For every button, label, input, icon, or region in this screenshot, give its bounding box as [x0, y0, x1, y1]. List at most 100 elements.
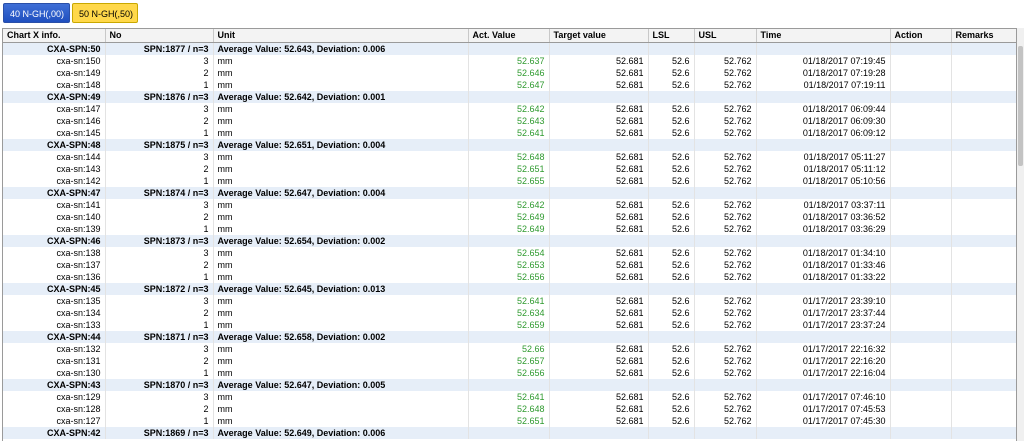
- table-row[interactable]: cxa-sn:127 1 mm 52.651 52.681 52.6 52.762 01/17…: [3, 415, 1016, 427]
- remarks-cell[interactable]: [951, 163, 1016, 175]
- group-row[interactable]: CXA-SPN:45 SPN:1872 / n=3 Average Value: 5…: [3, 283, 1016, 295]
- remarks-cell[interactable]: [951, 55, 1016, 67]
- col-header-time[interactable]: Time: [756, 29, 891, 43]
- action-cell[interactable]: [890, 55, 952, 67]
- group-row[interactable]: CXA-SPN:44 SPN:1871 / n=3 Average Value: 5…: [3, 331, 1016, 343]
- remarks-cell[interactable]: [951, 199, 1016, 211]
- remarks-cell[interactable]: [951, 307, 1016, 319]
- table-row[interactable]: cxa-sn:145 1 mm 52.641 52.681 52.6 52.762 01/18…: [3, 127, 1016, 139]
- group-row[interactable]: CXA-SPN:47 SPN:1874 / n=3 Average Value: 5…: [3, 187, 1016, 199]
- col-header-lsl[interactable]: LSL: [648, 29, 695, 43]
- remarks-cell[interactable]: [951, 247, 1016, 259]
- table-row[interactable]: cxa-sn:143 2 mm 52.651 52.681 52.6 52.762 01/18…: [3, 163, 1016, 175]
- table-row[interactable]: cxa-sn:135 3 mm 52.641 52.681 52.6 52.762 01/17…: [3, 295, 1016, 307]
- table-row[interactable]: cxa-sn:149 2 mm 52.646 52.681 52.6 52.762 01/18…: [3, 67, 1016, 79]
- unit: mm: [213, 403, 469, 415]
- col-header-chart-info[interactable]: Chart X info.: [3, 29, 106, 43]
- action-cell[interactable]: [890, 355, 952, 367]
- table-row[interactable]: cxa-sn:139 1 mm 52.649 52.681 52.6 52.762 01/18…: [3, 223, 1016, 235]
- action-cell[interactable]: [890, 247, 952, 259]
- table-row[interactable]: cxa-sn:150 3 mm 52.637 52.681 52.6 52.762 01/18…: [3, 55, 1016, 67]
- col-header-act-value[interactable]: Act. Value: [468, 29, 550, 43]
- table-row[interactable]: cxa-sn:138 3 mm 52.654 52.681 52.6 52.762 01/18…: [3, 247, 1016, 259]
- action-cell[interactable]: [890, 223, 952, 235]
- action-cell[interactable]: [890, 367, 952, 379]
- action-cell[interactable]: [890, 175, 952, 187]
- action-cell[interactable]: [890, 343, 952, 355]
- remarks-cell[interactable]: [951, 79, 1016, 91]
- col-header-remarks[interactable]: Remarks: [951, 29, 1016, 43]
- group-row[interactable]: CXA-SPN:50 SPN:1877 / n=3 Average Value: 5…: [3, 42, 1016, 55]
- action-cell[interactable]: [890, 127, 952, 139]
- remarks-cell[interactable]: [951, 391, 1016, 403]
- remarks-cell[interactable]: [951, 319, 1016, 331]
- group-row[interactable]: CXA-SPN:46 SPN:1873 / n=3 Average Value: 5…: [3, 235, 1016, 247]
- remarks-cell[interactable]: [951, 211, 1016, 223]
- table-row[interactable]: cxa-sn:144 3 mm 52.648 52.681 52.6 52.762 01/18…: [3, 151, 1016, 163]
- action-cell[interactable]: [890, 199, 952, 211]
- table-row[interactable]: cxa-sn:129 3 mm 52.641 52.681 52.6 52.762 01/17…: [3, 391, 1016, 403]
- remarks-cell[interactable]: [951, 127, 1016, 139]
- sample-id: cxa-sn:149: [3, 67, 106, 79]
- remarks-cell[interactable]: [951, 103, 1016, 115]
- act-value: 52.655: [468, 175, 550, 187]
- remarks-cell[interactable]: [951, 223, 1016, 235]
- table-row[interactable]: cxa-sn:140 2 mm 52.649 52.681 52.6 52.762 01/18…: [3, 211, 1016, 223]
- group-row[interactable]: CXA-SPN:43 SPN:1870 / n=3 Average Value: 5…: [3, 379, 1016, 391]
- table-row[interactable]: cxa-sn:141 3 mm 52.642 52.681 52.6 52.762 01/18…: [3, 199, 1016, 211]
- table-row[interactable]: cxa-sn:132 3 mm 52.66 52.681 52.6 52.762 01/17/…: [3, 343, 1016, 355]
- vertical-scrollbar[interactable]: [1017, 28, 1024, 441]
- remarks-cell[interactable]: [951, 67, 1016, 79]
- remarks-cell[interactable]: [951, 259, 1016, 271]
- remarks-cell[interactable]: [951, 151, 1016, 163]
- table-row[interactable]: cxa-sn:128 2 mm 52.648 52.681 52.6 52.762 01/17…: [3, 403, 1016, 415]
- action-cell[interactable]: [890, 211, 952, 223]
- action-cell[interactable]: [890, 151, 952, 163]
- remarks-cell[interactable]: [951, 115, 1016, 127]
- action-cell[interactable]: [890, 103, 952, 115]
- action-cell[interactable]: [890, 415, 952, 427]
- remarks-cell[interactable]: [951, 295, 1016, 307]
- table-row[interactable]: cxa-sn:146 2 mm 52.643 52.681 52.6 52.762 01/18…: [3, 115, 1016, 127]
- table-row[interactable]: cxa-sn:136 1 mm 52.656 52.681 52.6 52.762 01/18…: [3, 271, 1016, 283]
- table-row[interactable]: cxa-sn:134 2 mm 52.634 52.681 52.6 52.762 01/17…: [3, 307, 1016, 319]
- action-cell[interactable]: [890, 79, 952, 91]
- tab-50-n-gh[interactable]: 50 N-GH(,50): [72, 3, 138, 23]
- table-row[interactable]: cxa-sn:131 2 mm 52.657 52.681 52.6 52.762 01/17…: [3, 355, 1016, 367]
- remarks-cell[interactable]: [951, 271, 1016, 283]
- group-row[interactable]: CXA-SPN:48 SPN:1875 / n=3 Average Value: 5…: [3, 139, 1016, 151]
- table-row[interactable]: cxa-sn:133 1 mm 52.659 52.681 52.6 52.762 01/17…: [3, 319, 1016, 331]
- tab-40-n-gh[interactable]: 40 N-GH(,00): [3, 3, 70, 23]
- group-row[interactable]: CXA-SPN:49 SPN:1876 / n=3 Average Value: 5…: [3, 91, 1016, 103]
- remarks-cell[interactable]: [951, 175, 1016, 187]
- action-cell[interactable]: [890, 403, 952, 415]
- table-row[interactable]: cxa-sn:130 1 mm 52.656 52.681 52.6 52.762 01/17…: [3, 367, 1016, 379]
- remarks-cell[interactable]: [951, 403, 1016, 415]
- remarks-cell[interactable]: [951, 343, 1016, 355]
- action-cell[interactable]: [890, 163, 952, 175]
- action-cell[interactable]: [890, 391, 952, 403]
- table-row[interactable]: cxa-sn:147 3 mm 52.642 52.681 52.6 52.762 01/18…: [3, 103, 1016, 115]
- scrollbar-thumb[interactable]: [1018, 46, 1023, 166]
- remarks-cell[interactable]: [951, 367, 1016, 379]
- action-cell[interactable]: [890, 259, 952, 271]
- action-cell[interactable]: [890, 115, 952, 127]
- col-header-unit[interactable]: Unit: [213, 29, 469, 43]
- remarks-cell[interactable]: [951, 415, 1016, 427]
- action-cell[interactable]: [890, 295, 952, 307]
- col-header-target-value[interactable]: Target value: [549, 29, 649, 43]
- group-row[interactable]: CXA-SPN:42 SPN:1869 / n=3 Average Value: 5…: [3, 427, 1016, 439]
- action-cell[interactable]: [890, 307, 952, 319]
- action-cell[interactable]: [890, 67, 952, 79]
- action-cell[interactable]: [890, 271, 952, 283]
- table-row[interactable]: cxa-sn:137 2 mm 52.653 52.681 52.6 52.762 01/18…: [3, 259, 1016, 271]
- empty-cell: [951, 379, 1016, 391]
- col-header-usl[interactable]: USL: [694, 29, 757, 43]
- empty-cell: [951, 235, 1016, 247]
- table-row[interactable]: cxa-sn:148 1 mm 52.647 52.681 52.6 52.762 01/18…: [3, 79, 1016, 91]
- remarks-cell[interactable]: [951, 355, 1016, 367]
- col-header-no[interactable]: No: [105, 29, 214, 43]
- col-header-action[interactable]: Action: [890, 29, 952, 43]
- action-cell[interactable]: [890, 319, 952, 331]
- table-row[interactable]: cxa-sn:142 1 mm 52.655 52.681 52.6 52.762 01/18…: [3, 175, 1016, 187]
